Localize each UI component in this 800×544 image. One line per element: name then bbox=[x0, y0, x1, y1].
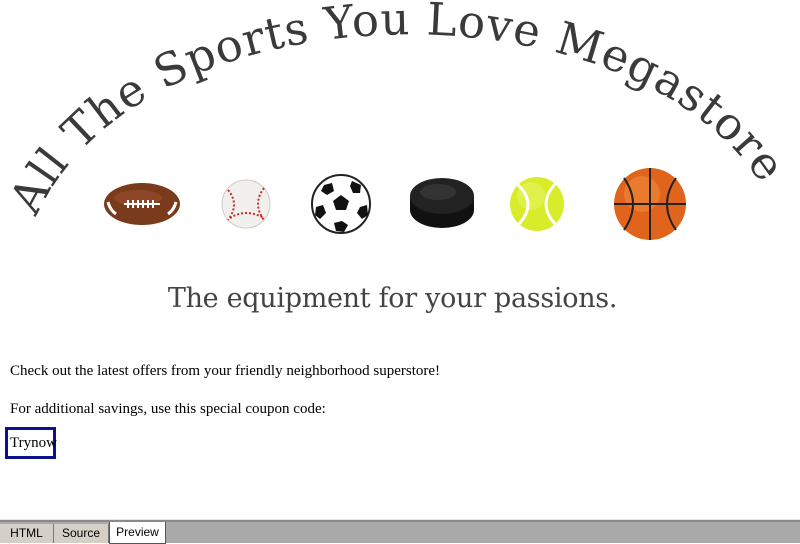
tab-html[interactable]: HTML bbox=[0, 524, 54, 543]
tennis-ball-icon bbox=[510, 177, 564, 231]
coupon-code-box: Trynow bbox=[5, 427, 57, 459]
coupon-intro-text: For additional savings, use this special… bbox=[10, 401, 326, 417]
football-icon bbox=[104, 183, 180, 225]
preview-page: All The Sports You Love Megastore! bbox=[0, 0, 800, 520]
tab-source[interactable]: Source bbox=[54, 524, 109, 543]
tagline: The equipment for your passions. bbox=[167, 283, 618, 314]
editor-view-tabs: HTML Source Preview bbox=[0, 520, 800, 544]
soccer-ball-icon bbox=[311, 174, 371, 234]
offers-text: Check out the latest offers from your fr… bbox=[10, 363, 441, 379]
tab-preview[interactable]: Preview bbox=[109, 522, 166, 544]
basketball-icon bbox=[614, 168, 686, 240]
hockey-puck-icon bbox=[410, 178, 474, 228]
baseball-icon bbox=[221, 179, 271, 229]
